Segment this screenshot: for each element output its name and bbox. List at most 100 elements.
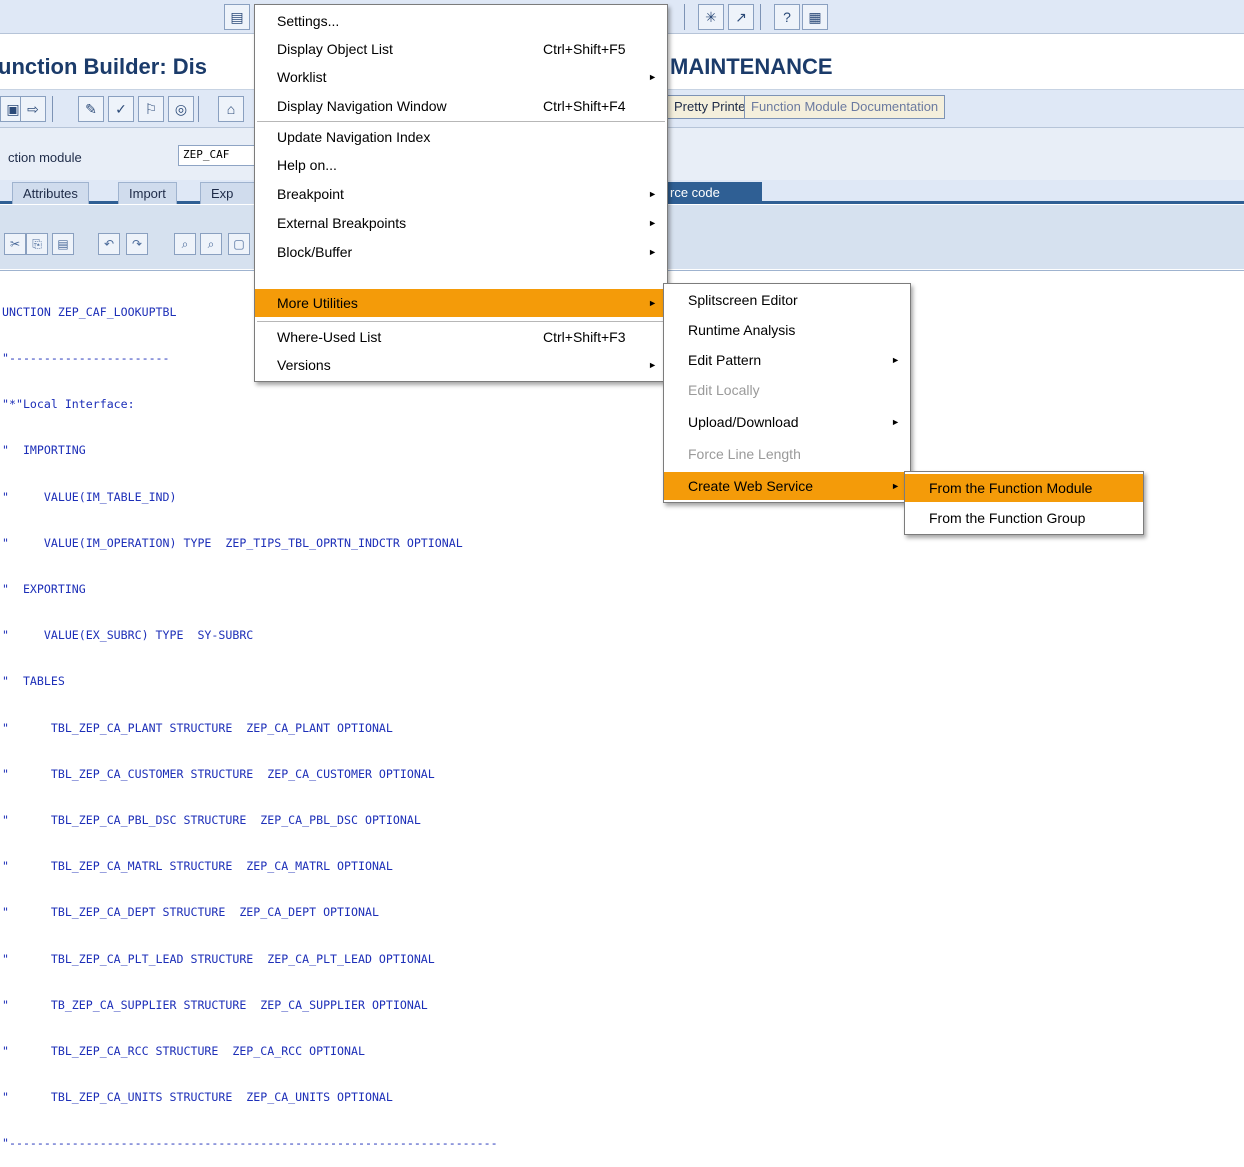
- toolbar-separator: [760, 4, 761, 30]
- undo-icon[interactable]: ↶: [98, 233, 120, 255]
- menu-item-update-navigation-index[interactable]: Update Navigation Index: [255, 123, 667, 151]
- code-line: " TBL_ZEP_CA_PBL_DSC STRUCTURE ZEP_CA_PB…: [2, 813, 421, 828]
- menu-item-help-on[interactable]: Help on...: [255, 151, 667, 179]
- menu-item-where-used-list[interactable]: Where-Used List Ctrl+Shift+F3: [255, 323, 667, 351]
- code-line: " TBL_ZEP_CA_UNITS STRUCTURE ZEP_CA_UNIT…: [2, 1090, 393, 1105]
- code-line: " VALUE(EX_SUBRC) TYPE SY-SUBRC: [2, 628, 254, 643]
- menu-item-display-navigation-window[interactable]: Display Navigation Window Ctrl+Shift+F4: [255, 92, 667, 120]
- utilities-menu: Settings... Display Object List Ctrl+Shif…: [254, 4, 668, 382]
- menu-item-versions[interactable]: Versions ►: [255, 351, 667, 379]
- redo-icon[interactable]: ↷: [126, 233, 148, 255]
- menu-item-label: Worklist: [277, 69, 327, 85]
- menu-item-force-line-length: Force Line Length: [664, 440, 910, 468]
- tab-export[interactable]: Exp: [200, 182, 256, 204]
- layout-menu-icon[interactable]: ▦: [802, 4, 828, 30]
- help-icon[interactable]: ?: [774, 4, 800, 30]
- menu-item-settings[interactable]: Settings...: [255, 7, 667, 35]
- create-web-service-submenu: From the Function Module From the Functi…: [904, 471, 1144, 535]
- menu-separator: [257, 121, 665, 122]
- code-line: " EXPORTING: [2, 582, 86, 597]
- code-line: " TBL_ZEP_CA_PLANT STRUCTURE ZEP_CA_PLAN…: [2, 720, 393, 735]
- display-change-icon[interactable]: ✎: [78, 96, 104, 122]
- submenu-arrow-icon: ►: [891, 481, 900, 491]
- menu-item-label: Where-Used List: [277, 329, 382, 345]
- menu-item-label: Display Object List: [277, 41, 393, 57]
- tab-attributes[interactable]: Attributes: [12, 182, 89, 204]
- tab-source-code[interactable]: rce code: [662, 182, 762, 204]
- menu-item-label: Edit Locally: [688, 382, 760, 398]
- submenu-arrow-icon: ►: [648, 189, 657, 199]
- code-line: " TBL_ZEP_CA_MATRL STRUCTURE ZEP_CA_MATR…: [2, 859, 393, 874]
- menu-item-splitscreen-editor[interactable]: Splitscreen Editor: [664, 286, 910, 314]
- copy-icon[interactable]: ⎘: [26, 233, 48, 255]
- menu-item-label: Breakpoint: [277, 186, 344, 202]
- function-module-field[interactable]: ZEP_CAF: [178, 145, 256, 166]
- submenu-arrow-icon: ►: [648, 218, 657, 228]
- submenu-arrow-icon: ►: [891, 355, 900, 365]
- code-line: "*"Local Interface:: [2, 397, 135, 412]
- menu-item-display-object-list[interactable]: Display Object List Ctrl+Shift+F5: [255, 35, 667, 63]
- cut-icon[interactable]: ✂: [4, 233, 26, 255]
- menu-item-label: Settings...: [277, 13, 340, 29]
- shortcut-label: Ctrl+Shift+F3: [543, 329, 626, 345]
- forward-arrow-icon[interactable]: ⇨: [20, 96, 46, 122]
- menu-item-edit-pattern[interactable]: Edit Pattern ►: [664, 346, 910, 374]
- code-line: " TB_ZEP_CA_SUPPLIER STRUCTURE ZEP_CA_SU…: [2, 997, 428, 1012]
- menu-item-label: Update Navigation Index: [277, 129, 431, 145]
- code-line: " TBL_ZEP_CA_RCC STRUCTURE ZEP_CA_RCC OP…: [2, 1044, 365, 1059]
- menu-item-more-utilities[interactable]: More Utilities ►: [255, 289, 667, 317]
- toolbar-separator: [684, 4, 685, 30]
- shortcut-label: Ctrl+Shift+F4: [543, 98, 626, 114]
- menu-item-label: Help on...: [277, 157, 337, 173]
- menu-item-label: From the Function Module: [929, 480, 1093, 496]
- function-module-label: ction module: [8, 150, 82, 165]
- submenu-arrow-icon: ►: [648, 298, 657, 308]
- menu-separator: [257, 321, 665, 322]
- toolbar-separator: [198, 96, 199, 122]
- menu-item-create-web-service[interactable]: Create Web Service ►: [664, 472, 910, 500]
- menu-item-label: From the Function Group: [929, 510, 1086, 526]
- menu-item-label: Edit Pattern: [688, 352, 762, 368]
- code-line: " TBL_ZEP_CA_DEPT STRUCTURE ZEP_CA_DEPT …: [2, 905, 379, 920]
- code-line: " VALUE(IM_TABLE_IND): [2, 489, 177, 504]
- paste-icon[interactable]: ▤: [52, 233, 74, 255]
- menu-item-label: Block/Buffer: [277, 244, 353, 260]
- activate-icon[interactable]: ⚐: [138, 96, 164, 122]
- test-icon[interactable]: ◎: [168, 96, 194, 122]
- menu-item-breakpoint[interactable]: Breakpoint ►: [255, 180, 667, 208]
- menu-item-from-function-group[interactable]: From the Function Group: [905, 504, 1143, 532]
- menu-item-external-breakpoints[interactable]: External Breakpoints ►: [255, 209, 667, 237]
- menu-item-label: Splitscreen Editor: [688, 292, 798, 308]
- page-title: unction Builder: Dis: [0, 54, 207, 79]
- new-session-icon[interactable]: ✳: [698, 4, 724, 30]
- menu-item-label: Upload/Download: [688, 414, 799, 430]
- code-line: " IMPORTING: [2, 443, 86, 458]
- function-module-documentation-button[interactable]: Function Module Documentation: [744, 95, 946, 119]
- where-used-icon[interactable]: ⌂: [218, 96, 244, 122]
- find-next-icon[interactable]: ⌕: [200, 233, 222, 255]
- shortcut-label: Ctrl+Shift+F5: [543, 41, 626, 57]
- menu-item-worklist[interactable]: Worklist ►: [255, 63, 667, 91]
- code-line: " VALUE(IM_OPERATION) TYPE ZEP_TIPS_TBL_…: [2, 535, 463, 550]
- submenu-arrow-icon: ►: [648, 360, 657, 370]
- more-utilities-submenu: Splitscreen Editor Runtime Analysis Edit…: [663, 283, 911, 503]
- menu-item-runtime-analysis[interactable]: Runtime Analysis: [664, 316, 910, 344]
- menu-item-label: More Utilities: [277, 295, 358, 311]
- find-icon[interactable]: ⌕: [174, 233, 196, 255]
- code-line: " TBL_ZEP_CA_CUSTOMER STRUCTURE ZEP_CA_C…: [2, 766, 435, 781]
- submenu-arrow-icon: ►: [891, 417, 900, 427]
- command-field-icon[interactable]: ▤: [224, 4, 250, 30]
- check-icon[interactable]: ✓: [108, 96, 134, 122]
- menu-item-label: Create Web Service: [688, 478, 814, 494]
- code-line: " TBL_ZEP_CA_PLT_LEAD STRUCTURE ZEP_CA_P…: [2, 951, 435, 966]
- menu-item-from-function-module[interactable]: From the Function Module: [905, 474, 1143, 502]
- menu-item-block-buffer[interactable]: Block/Buffer ►: [255, 238, 667, 266]
- shortcut-icon[interactable]: ↗: [728, 4, 754, 30]
- menu-item-label: Runtime Analysis: [688, 322, 796, 338]
- page-title-suffix: MAINTENANCE: [670, 54, 833, 79]
- editor-option-icon[interactable]: ▢: [228, 233, 250, 255]
- menu-item-label: Versions: [277, 357, 331, 373]
- code-line: " TABLES: [2, 674, 65, 689]
- menu-item-upload-download[interactable]: Upload/Download ►: [664, 408, 910, 436]
- tab-import[interactable]: Import: [118, 182, 177, 204]
